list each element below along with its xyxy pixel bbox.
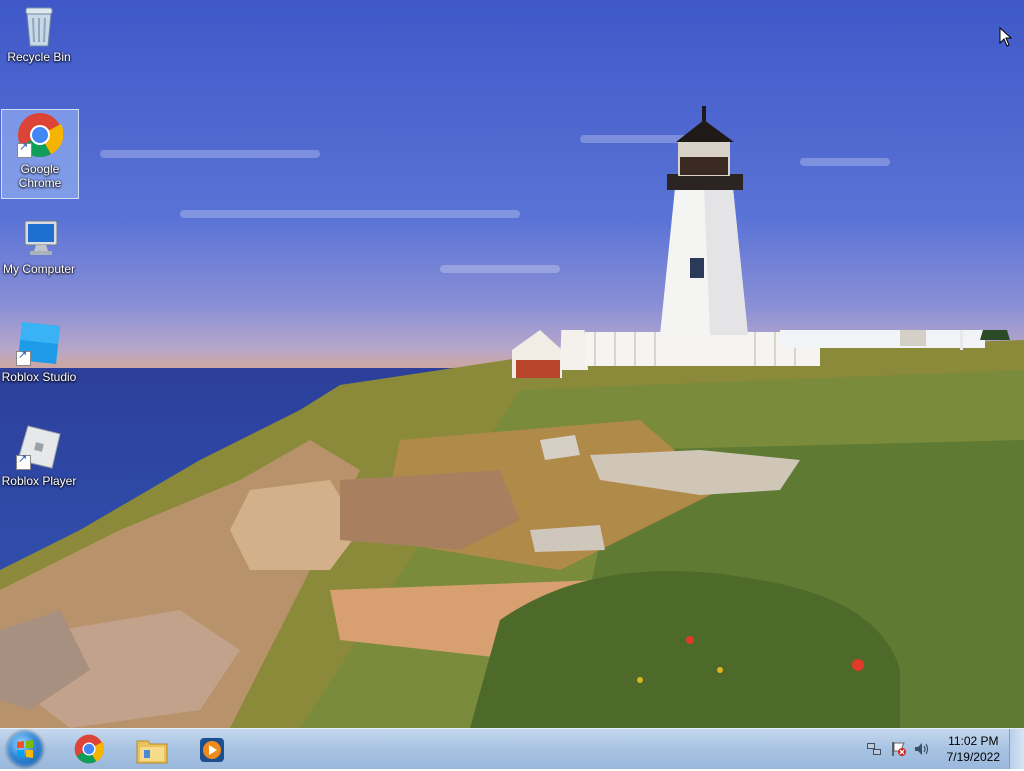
wallpaper-landscape xyxy=(0,330,1024,728)
volume-icon[interactable] xyxy=(914,741,930,757)
desktop[interactable]: Recycle Bin Google Chrome My Computer xyxy=(0,0,1024,728)
desktop-icon-my-computer[interactable]: My Computer xyxy=(1,218,77,276)
wallpaper-lighthouse xyxy=(660,106,748,335)
start-button[interactable] xyxy=(7,731,43,767)
action-center-flag-icon[interactable] xyxy=(891,741,907,757)
shortcut-arrow-icon xyxy=(17,140,32,158)
system-clock[interactable]: 11:02 PM 7/19/2022 xyxy=(947,733,1000,765)
roblox-player-icon xyxy=(16,424,62,470)
desktop-icon-label: My Computer xyxy=(2,262,76,276)
computer-icon xyxy=(19,218,59,258)
desktop-icon-google-chrome[interactable]: Google Chrome xyxy=(1,109,79,199)
desktop-icon-recycle-bin[interactable]: Recycle Bin xyxy=(1,6,77,64)
desktop-icon-label: Google Chrome xyxy=(18,162,62,190)
desktop-icon-roblox-player[interactable]: Roblox Player xyxy=(1,424,77,488)
recycle-bin-icon xyxy=(19,6,59,47)
chrome-icon xyxy=(74,734,104,764)
windows-logo-icon xyxy=(17,740,33,758)
taskbar-chrome-button[interactable] xyxy=(66,731,112,767)
taskbar-explorer-button[interactable] xyxy=(128,731,174,767)
media-player-icon xyxy=(200,738,224,762)
mouse-cursor-icon xyxy=(999,27,1013,47)
clock-time: 11:02 PM xyxy=(948,734,999,748)
taskbar: 11:02 PM 7/19/2022 xyxy=(0,728,1024,769)
desktop-icon-label: Roblox Studio xyxy=(1,370,77,384)
desktop-icon-roblox-studio[interactable]: Roblox Studio xyxy=(1,320,77,384)
clock-date: 7/19/2022 xyxy=(946,750,1000,764)
shortcut-arrow-icon xyxy=(16,348,31,366)
desktop-icon-label: Recycle Bin xyxy=(7,50,71,64)
chrome-icon xyxy=(17,112,64,158)
taskbar-media-player-button[interactable] xyxy=(190,731,236,767)
folder-icon xyxy=(136,740,168,764)
shortcut-arrow-icon xyxy=(16,452,31,470)
roblox-studio-icon xyxy=(16,320,62,366)
desktop-icon-label: Roblox Player xyxy=(1,474,77,488)
show-desktop-button[interactable] xyxy=(1009,729,1024,769)
network-icon[interactable] xyxy=(866,741,882,757)
